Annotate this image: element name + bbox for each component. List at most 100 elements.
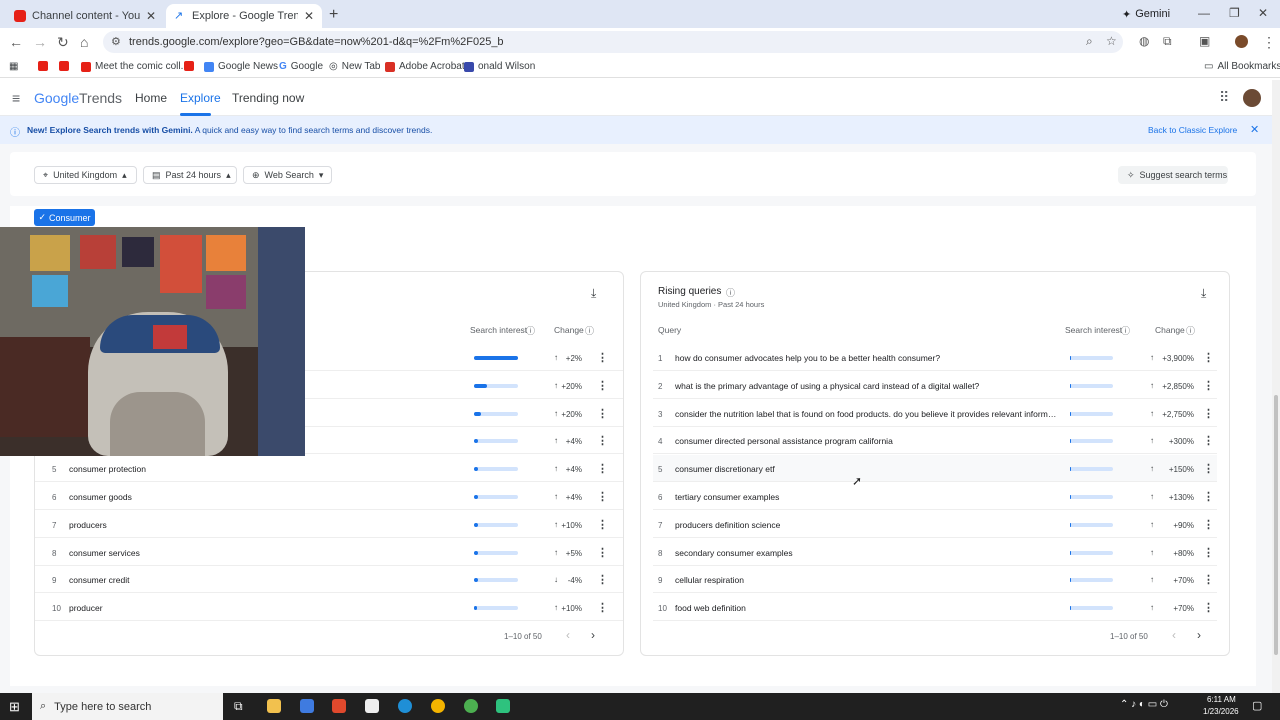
row-query[interactable]: consumer credit: [69, 575, 449, 585]
table-row[interactable]: 8 secondary consumer examples ↑ +80% ⋮: [653, 539, 1217, 566]
time-filter[interactable]: ▤ Past 24 hours ▴: [143, 166, 237, 184]
table-row[interactable]: 10 food web definition ↑ +70% ⋮: [653, 594, 1217, 622]
more-options-icon[interactable]: ⋮: [1203, 351, 1214, 364]
table-row[interactable]: 10 producer ↑ +10% ⋮: [35, 594, 623, 622]
more-options-icon[interactable]: ⋮: [597, 601, 608, 614]
bookmark-item[interactable]: [59, 61, 69, 71]
row-query[interactable]: consumer goods: [69, 492, 449, 502]
next-page-icon[interactable]: ›: [591, 628, 595, 642]
trends-logo[interactable]: Trends: [79, 90, 122, 106]
clock-time[interactable]: 6:11 AM: [1207, 695, 1236, 704]
table-row[interactable]: 4 consumer directed personal assistance p…: [653, 427, 1217, 455]
download-icon[interactable]: ⤓: [591, 286, 596, 301]
more-options-icon[interactable]: ⋮: [1203, 518, 1214, 531]
more-options-icon[interactable]: ⋮: [597, 462, 608, 475]
apps-icon[interactable]: ▦: [9, 61, 18, 72]
app-icon[interactable]: [431, 699, 445, 713]
row-query[interactable]: consumer services: [69, 548, 449, 558]
info-icon[interactable]: ⓘ: [726, 286, 735, 299]
gemini-button[interactable]: ✦ Gemini: [1122, 6, 1170, 22]
puzzle-icon[interactable]: ⧉: [1163, 34, 1172, 49]
close-icon[interactable]: ✕: [146, 9, 156, 23]
all-bookmarks[interactable]: ▭ All Bookmarks: [1204, 61, 1280, 72]
row-query[interactable]: secondary consumer examples: [675, 548, 1057, 558]
more-options-icon[interactable]: ⋮: [597, 490, 608, 503]
scrollbar-thumb[interactable]: [1274, 395, 1278, 655]
info-icon[interactable]: ⓘ: [1186, 324, 1195, 337]
tab-google-trends[interactable]: ↗ Explore - Google Trends ✕: [166, 4, 322, 28]
info-icon[interactable]: ⓘ: [1121, 324, 1130, 337]
table-row[interactable]: 9 cellular respiration ↑ +70% ⋮: [653, 566, 1217, 594]
chrome-icon[interactable]: [464, 699, 478, 713]
more-options-icon[interactable]: ⋮: [1203, 573, 1214, 586]
table-row[interactable]: 7 producers ↑ +10% ⋮: [35, 511, 623, 538]
next-page-icon[interactable]: ›: [1197, 628, 1201, 642]
bookmark-item[interactable]: Meet the comic coll...: [81, 61, 189, 72]
hamburger-icon[interactable]: ≡: [12, 90, 20, 106]
topic-chip-consumer[interactable]: ✓ Consumer: [34, 209, 95, 226]
restore-icon[interactable]: ❐: [1229, 6, 1240, 20]
file-explorer-icon[interactable]: [267, 699, 281, 713]
row-query[interactable]: what is the primary advantage of using a…: [675, 381, 1057, 391]
row-query[interactable]: tertiary consumer examples: [675, 492, 1057, 502]
close-window-icon[interactable]: ✕: [1258, 6, 1268, 20]
bookmark-item[interactable]: [38, 61, 48, 71]
nav-explore[interactable]: Explore: [180, 91, 221, 105]
more-options-icon[interactable]: ⋮: [1203, 379, 1214, 392]
notification-icon[interactable]: ▢: [1252, 699, 1262, 712]
table-row[interactable]: 3 consider the nutrition label that is fo…: [653, 400, 1217, 427]
more-options-icon[interactable]: ⋮: [597, 434, 608, 447]
avatar[interactable]: [1235, 35, 1248, 48]
row-query[interactable]: consumer protection: [69, 464, 449, 474]
bookmark-item[interactable]: ◎ New Tab: [329, 61, 380, 72]
more-options-icon[interactable]: ⋮: [1203, 434, 1214, 447]
table-row[interactable]: 8 consumer services ↑ +5% ⋮: [35, 539, 623, 566]
edge-icon[interactable]: [398, 699, 412, 713]
app-icon[interactable]: [496, 699, 510, 713]
reload-icon[interactable]: ↻: [57, 34, 69, 51]
app-icon[interactable]: [332, 699, 346, 713]
bookmark-item[interactable]: Adobe Acrobat: [385, 61, 465, 72]
prev-page-icon[interactable]: ‹: [1172, 628, 1176, 642]
more-options-icon[interactable]: ⋮: [597, 573, 608, 586]
more-options-icon[interactable]: ⋮: [597, 518, 608, 531]
nav-trending-now[interactable]: Trending now: [232, 91, 304, 105]
new-tab-button[interactable]: +: [329, 6, 338, 24]
calculator-icon[interactable]: [365, 699, 379, 713]
table-row[interactable]: 6 consumer goods ↑ +4% ⋮: [35, 483, 623, 510]
back-icon[interactable]: ←: [9, 34, 23, 50]
table-row[interactable]: 5 consumer protection ↑ +4% ⋮: [35, 455, 623, 483]
task-view-icon[interactable]: ⧉: [234, 699, 243, 714]
more-options-icon[interactable]: ⋮: [597, 351, 608, 364]
google-logo[interactable]: Google: [34, 90, 79, 106]
avatar[interactable]: [1243, 89, 1261, 107]
close-icon[interactable]: ✕: [1250, 123, 1259, 136]
row-query[interactable]: consumer directed personal assistance pr…: [675, 436, 1057, 446]
table-row[interactable]: 1 how do consumer advocates help you to b…: [653, 344, 1217, 371]
row-query[interactable]: how do consumer advocates help you to be…: [675, 353, 1057, 363]
table-row[interactable]: 2 what is the primary advantage of using …: [653, 372, 1217, 399]
clock-date[interactable]: 1/23/2026: [1203, 707, 1239, 716]
site-info-icon[interactable]: ⚙: [111, 35, 121, 48]
more-options-icon[interactable]: ⋮: [597, 546, 608, 559]
more-options-icon[interactable]: ⋮: [1203, 601, 1214, 614]
taskbar-search[interactable]: ⌕ Type here to search: [32, 693, 223, 720]
nav-home[interactable]: Home: [135, 91, 167, 105]
table-row[interactable]: 7 producers definition science ↑ +90% ⋮: [653, 511, 1217, 538]
row-query[interactable]: consumer discretionary etf: [675, 464, 1057, 474]
row-query[interactable]: producers definition science: [675, 520, 1057, 530]
download-icon[interactable]: ⤓: [1201, 286, 1206, 301]
omnibox[interactable]: ⚙ trends.google.com/explore?geo=GB&date=…: [103, 31, 1123, 53]
forward-icon[interactable]: →: [33, 34, 47, 50]
more-options-icon[interactable]: ⋮: [597, 379, 608, 392]
apps-grid-icon[interactable]: ⠿: [1219, 89, 1229, 106]
suggest-search-terms-button[interactable]: ✧ Suggest search terms: [1118, 166, 1228, 184]
app-icon[interactable]: [300, 699, 314, 713]
windows-start-icon[interactable]: ⊞: [9, 699, 20, 715]
tab-youtube-studio[interactable]: Channel content - YouTube Stu ✕: [6, 4, 164, 28]
region-filter[interactable]: ⌖ United Kingdom ▴: [34, 166, 137, 184]
info-icon[interactable]: ⓘ: [585, 324, 594, 337]
back-to-classic-link[interactable]: Back to Classic Explore: [1148, 125, 1237, 135]
row-query[interactable]: producer: [69, 603, 449, 613]
bookmark-item[interactable]: G Google: [279, 61, 323, 72]
